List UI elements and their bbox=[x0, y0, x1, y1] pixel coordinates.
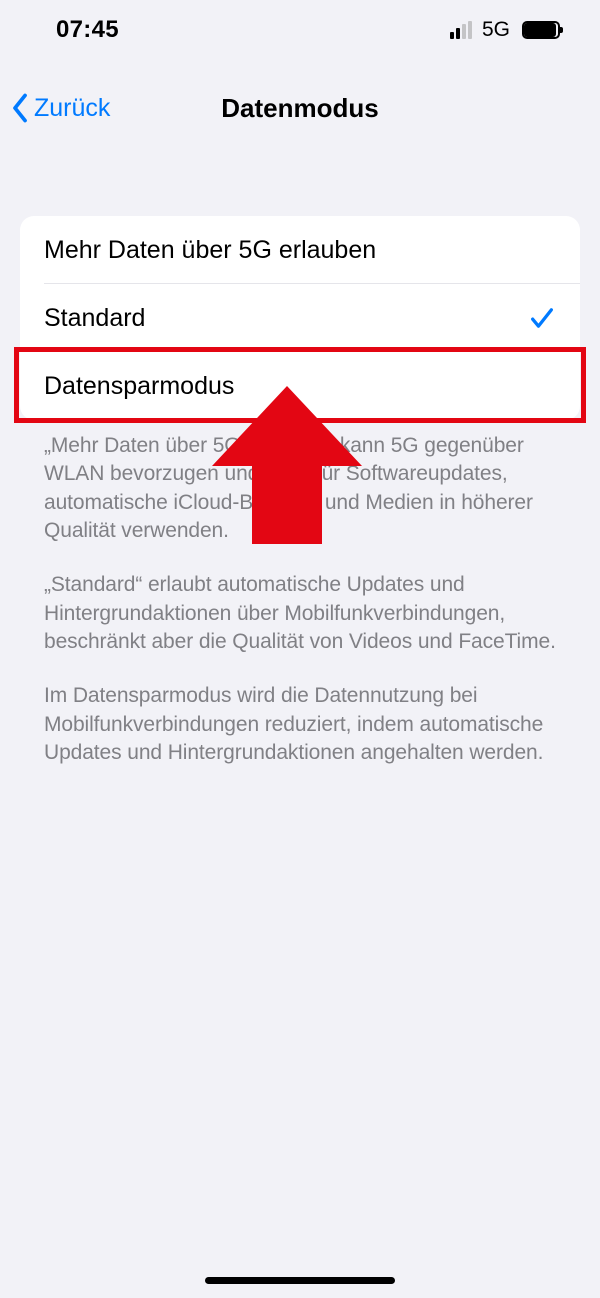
checkmark-icon bbox=[528, 304, 556, 332]
page-title: Datenmodus bbox=[221, 93, 378, 124]
chevron-left-icon bbox=[10, 93, 30, 123]
data-mode-options-list: Mehr Daten über 5G erlauben Standard Dat… bbox=[20, 216, 580, 420]
option-label: Datensparmodus bbox=[44, 372, 234, 401]
back-button[interactable]: Zurück bbox=[10, 78, 110, 138]
footer-explanation: „Mehr Daten über 5G erlauben“ kann 5G ge… bbox=[20, 420, 580, 767]
navigation-bar: Zurück Datenmodus bbox=[0, 78, 600, 138]
footer-paragraph: „Mehr Daten über 5G erlauben“ kann 5G ge… bbox=[44, 432, 556, 545]
cellular-signal-icon bbox=[450, 21, 472, 39]
status-right: 5G bbox=[450, 18, 560, 42]
back-label: Zurück bbox=[34, 94, 110, 123]
battery-icon bbox=[522, 21, 560, 39]
status-time: 07:45 bbox=[56, 16, 119, 44]
home-indicator[interactable] bbox=[205, 1277, 395, 1284]
option-standard[interactable]: Standard bbox=[20, 284, 580, 352]
footer-paragraph: Im Datensparmodus wird die Datennutzung … bbox=[44, 682, 556, 767]
option-allow-more-5g[interactable]: Mehr Daten über 5G erlauben bbox=[20, 216, 580, 284]
option-label: Mehr Daten über 5G erlauben bbox=[44, 236, 376, 265]
option-low-data-mode[interactable]: Datensparmodus bbox=[20, 352, 580, 420]
option-label: Standard bbox=[44, 304, 145, 333]
network-type-label: 5G bbox=[482, 18, 510, 42]
status-bar: 07:45 5G bbox=[0, 0, 600, 60]
footer-paragraph: „Standard“ erlaubt automatische Updates … bbox=[44, 571, 556, 656]
